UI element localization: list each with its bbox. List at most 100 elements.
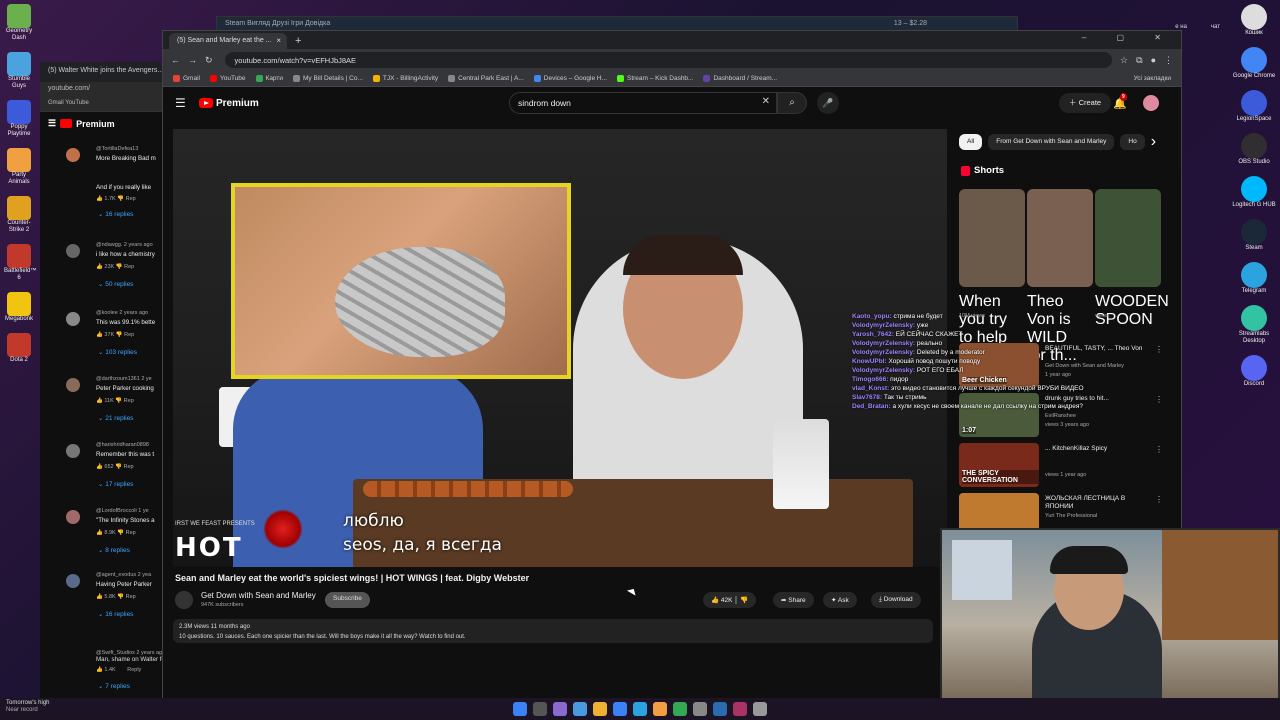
weather-widget[interactable]: Tomorrow's high Near record <box>6 700 50 714</box>
bookmark-item[interactable]: My Bill Details | Co... <box>293 75 363 82</box>
taskbar-app-icon[interactable] <box>633 702 647 716</box>
menu-icon[interactable]: ☰ <box>175 96 186 110</box>
comment-author[interactable]: @ndawgg. 2 years ago <box>96 242 153 248</box>
short-card[interactable] <box>959 189 1025 287</box>
bookmark-item[interactable]: Central Park East | A... <box>448 75 524 82</box>
comment-author[interactable]: @koolee 2 years ago <box>96 310 148 316</box>
desktop-icon[interactable]: Geometry Dash <box>4 4 34 42</box>
thumbs-down-icon[interactable]: 👎 Rep <box>116 530 135 536</box>
taskbar-app-icon[interactable] <box>733 702 747 716</box>
comment-author[interactable]: @darthzoum1361 2 ye <box>96 376 152 382</box>
comment-author[interactable]: @LordofBroccoli 1 ye <box>96 508 149 514</box>
bookmark-item[interactable]: Карти <box>255 75 283 82</box>
comment-avatar[interactable] <box>66 378 80 392</box>
comment-avatar[interactable] <box>66 444 80 458</box>
taskbar-app-icon[interactable] <box>533 702 547 716</box>
all-bookmarks[interactable]: Усі закладки <box>1134 75 1171 82</box>
desktop-icon[interactable]: Steam <box>1232 219 1276 252</box>
chip-1[interactable]: From Get Down with Sean and Marley <box>988 134 1115 150</box>
bookmark-item[interactable]: TJX - BillingActivity <box>372 75 438 82</box>
desktop-icon[interactable]: Battlefield™ 6 <box>4 244 36 282</box>
comment-replies[interactable]: ⌄ 8 replies <box>98 546 130 554</box>
back-icon[interactable]: ← <box>171 55 180 65</box>
desktop-icon[interactable]: Counter-Strike 2 <box>4 196 34 234</box>
search-input[interactable]: sindrom down ✕ <box>509 92 777 114</box>
bookmark-item[interactable]: Stream – Kick Dashb... <box>617 75 693 82</box>
desktop-icon[interactable]: Poppy Playtime <box>4 100 34 138</box>
taskbar-app-icon[interactable] <box>513 702 527 716</box>
bg-menu-icon[interactable]: ☰ <box>48 118 56 129</box>
taskbar-app-icon[interactable] <box>593 702 607 716</box>
bookmark-item[interactable]: Devices – Google H... <box>533 75 607 82</box>
youtube-logo[interactable]: Premium <box>199 98 259 109</box>
subscribe-button[interactable]: Subscribe <box>325 592 370 608</box>
comment-replies[interactable]: ⌄ 16 replies <box>98 210 133 218</box>
desktop-icon[interactable]: Megabonk <box>4 292 34 323</box>
taskbar-app-icon[interactable] <box>573 702 587 716</box>
taskbar-app-icon[interactable] <box>713 702 727 716</box>
desktop-icon[interactable]: OBS Studio <box>1232 133 1276 166</box>
steam-menu[interactable]: Steam Вигляд Друзі Ігри Довідка <box>225 20 330 27</box>
comment-avatar[interactable] <box>66 312 80 326</box>
taskbar-app-icon[interactable] <box>613 702 627 716</box>
thumbs-down-icon[interactable]: 👎 Rep <box>116 594 135 600</box>
thumbs-down-icon[interactable]: 👎 Rep <box>114 398 133 404</box>
last-comment-replies[interactable]: ⌄ 7 replies <box>98 682 130 690</box>
bg-address-bar[interactable]: youtube.com/ <box>40 82 170 98</box>
window-controls[interactable]: – ▢ ✕ <box>1082 33 1175 42</box>
bookmark-item[interactable]: YouTube <box>209 75 246 82</box>
short-card[interactable] <box>1095 189 1161 287</box>
profile-icon[interactable]: ● <box>1151 55 1156 65</box>
chevron-right-icon[interactable]: › <box>1151 133 1156 151</box>
search-button[interactable]: ⌕ <box>777 92 807 114</box>
comment-author[interactable]: @harishridharan0898 <box>96 442 149 448</box>
channel-avatar[interactable] <box>175 591 193 609</box>
channel-name[interactable]: Get Down with Sean and Marley <box>201 591 316 600</box>
download-button[interactable]: ⤓ Download <box>871 592 921 608</box>
reply-button[interactable]: Reply <box>127 667 141 673</box>
comment-avatar[interactable] <box>66 510 80 524</box>
taskbar-app-icon[interactable] <box>693 702 707 716</box>
more-menu-icon[interactable]: ⋮ <box>1164 55 1173 66</box>
thumbs-down-icon[interactable]: 👎 Rep <box>116 196 135 202</box>
bg-bookmarks[interactable]: Gmail YouTube <box>40 98 170 112</box>
desktop-icon[interactable]: Logitech G HUB <box>1232 176 1276 209</box>
new-tab-icon[interactable]: + <box>287 35 309 49</box>
description-box[interactable]: 2.3M views 11 months ago 10 questions. 1… <box>173 619 933 643</box>
comment-replies[interactable]: ⌄ 16 replies <box>98 610 133 618</box>
bookmark-star-icon[interactable]: ☆ <box>1120 55 1128 66</box>
avatar[interactable] <box>1143 95 1159 111</box>
comment-avatar[interactable] <box>66 244 80 258</box>
comment-replies[interactable]: ⌄ 50 replies <box>98 280 133 288</box>
create-button[interactable]: ＋ Create <box>1059 93 1112 113</box>
desktop-icon[interactable]: LegionSpace <box>1232 90 1276 123</box>
desktop-icon[interactable]: Telegram <box>1232 262 1276 295</box>
desktop-icon[interactable]: Кошик <box>1232 4 1276 37</box>
reload-icon[interactable]: ↻ <box>205 55 213 66</box>
comment-replies[interactable]: ⌄ 17 replies <box>98 480 133 488</box>
close-tab-icon[interactable]: × <box>276 36 281 45</box>
thumbs-up-icon[interactable]: 👍 <box>96 667 103 673</box>
comment-author[interactable]: @TortillaDefea13 <box>96 146 138 152</box>
taskbar-app-icon[interactable] <box>753 702 767 716</box>
bookmark-item[interactable]: Dashboard / Stream... <box>703 75 777 82</box>
forward-icon[interactable]: → <box>188 55 197 65</box>
thumbs-down-icon[interactable]: 👎 <box>740 597 748 604</box>
desktop-icon[interactable]: Dota 2 <box>4 333 34 364</box>
chip-0[interactable]: All <box>959 134 983 150</box>
active-tab[interactable]: (5) Sean and Marley eat the ... × <box>169 33 287 49</box>
share-button[interactable]: ➦ Share <box>773 592 814 608</box>
video-player[interactable]: IRST WE FEAST PRESENTS HOT люблю seos, д… <box>173 129 947 567</box>
desktop-icon[interactable]: Party Animals <box>4 148 34 186</box>
comment-replies[interactable]: ⌄ 103 replies <box>98 348 137 356</box>
desktop-icon[interactable]: Google Chrome <box>1232 47 1276 80</box>
ask-button[interactable]: ✦ Ask <box>823 592 857 608</box>
like-button[interactable]: 👍 42K │ 👎 <box>703 592 757 608</box>
bg-tab[interactable]: (5) Walter White joins the Avengers... <box>40 62 170 82</box>
comment-avatar[interactable] <box>66 148 80 162</box>
desktop-icon[interactable]: Stumble Guys <box>4 52 34 90</box>
thumbs-down-icon[interactable]: 👎 Rep <box>114 332 134 338</box>
comment-avatar[interactable] <box>66 574 80 588</box>
chip-2[interactable]: Ho <box>1120 134 1145 150</box>
taskbar-app-icon[interactable] <box>553 702 567 716</box>
